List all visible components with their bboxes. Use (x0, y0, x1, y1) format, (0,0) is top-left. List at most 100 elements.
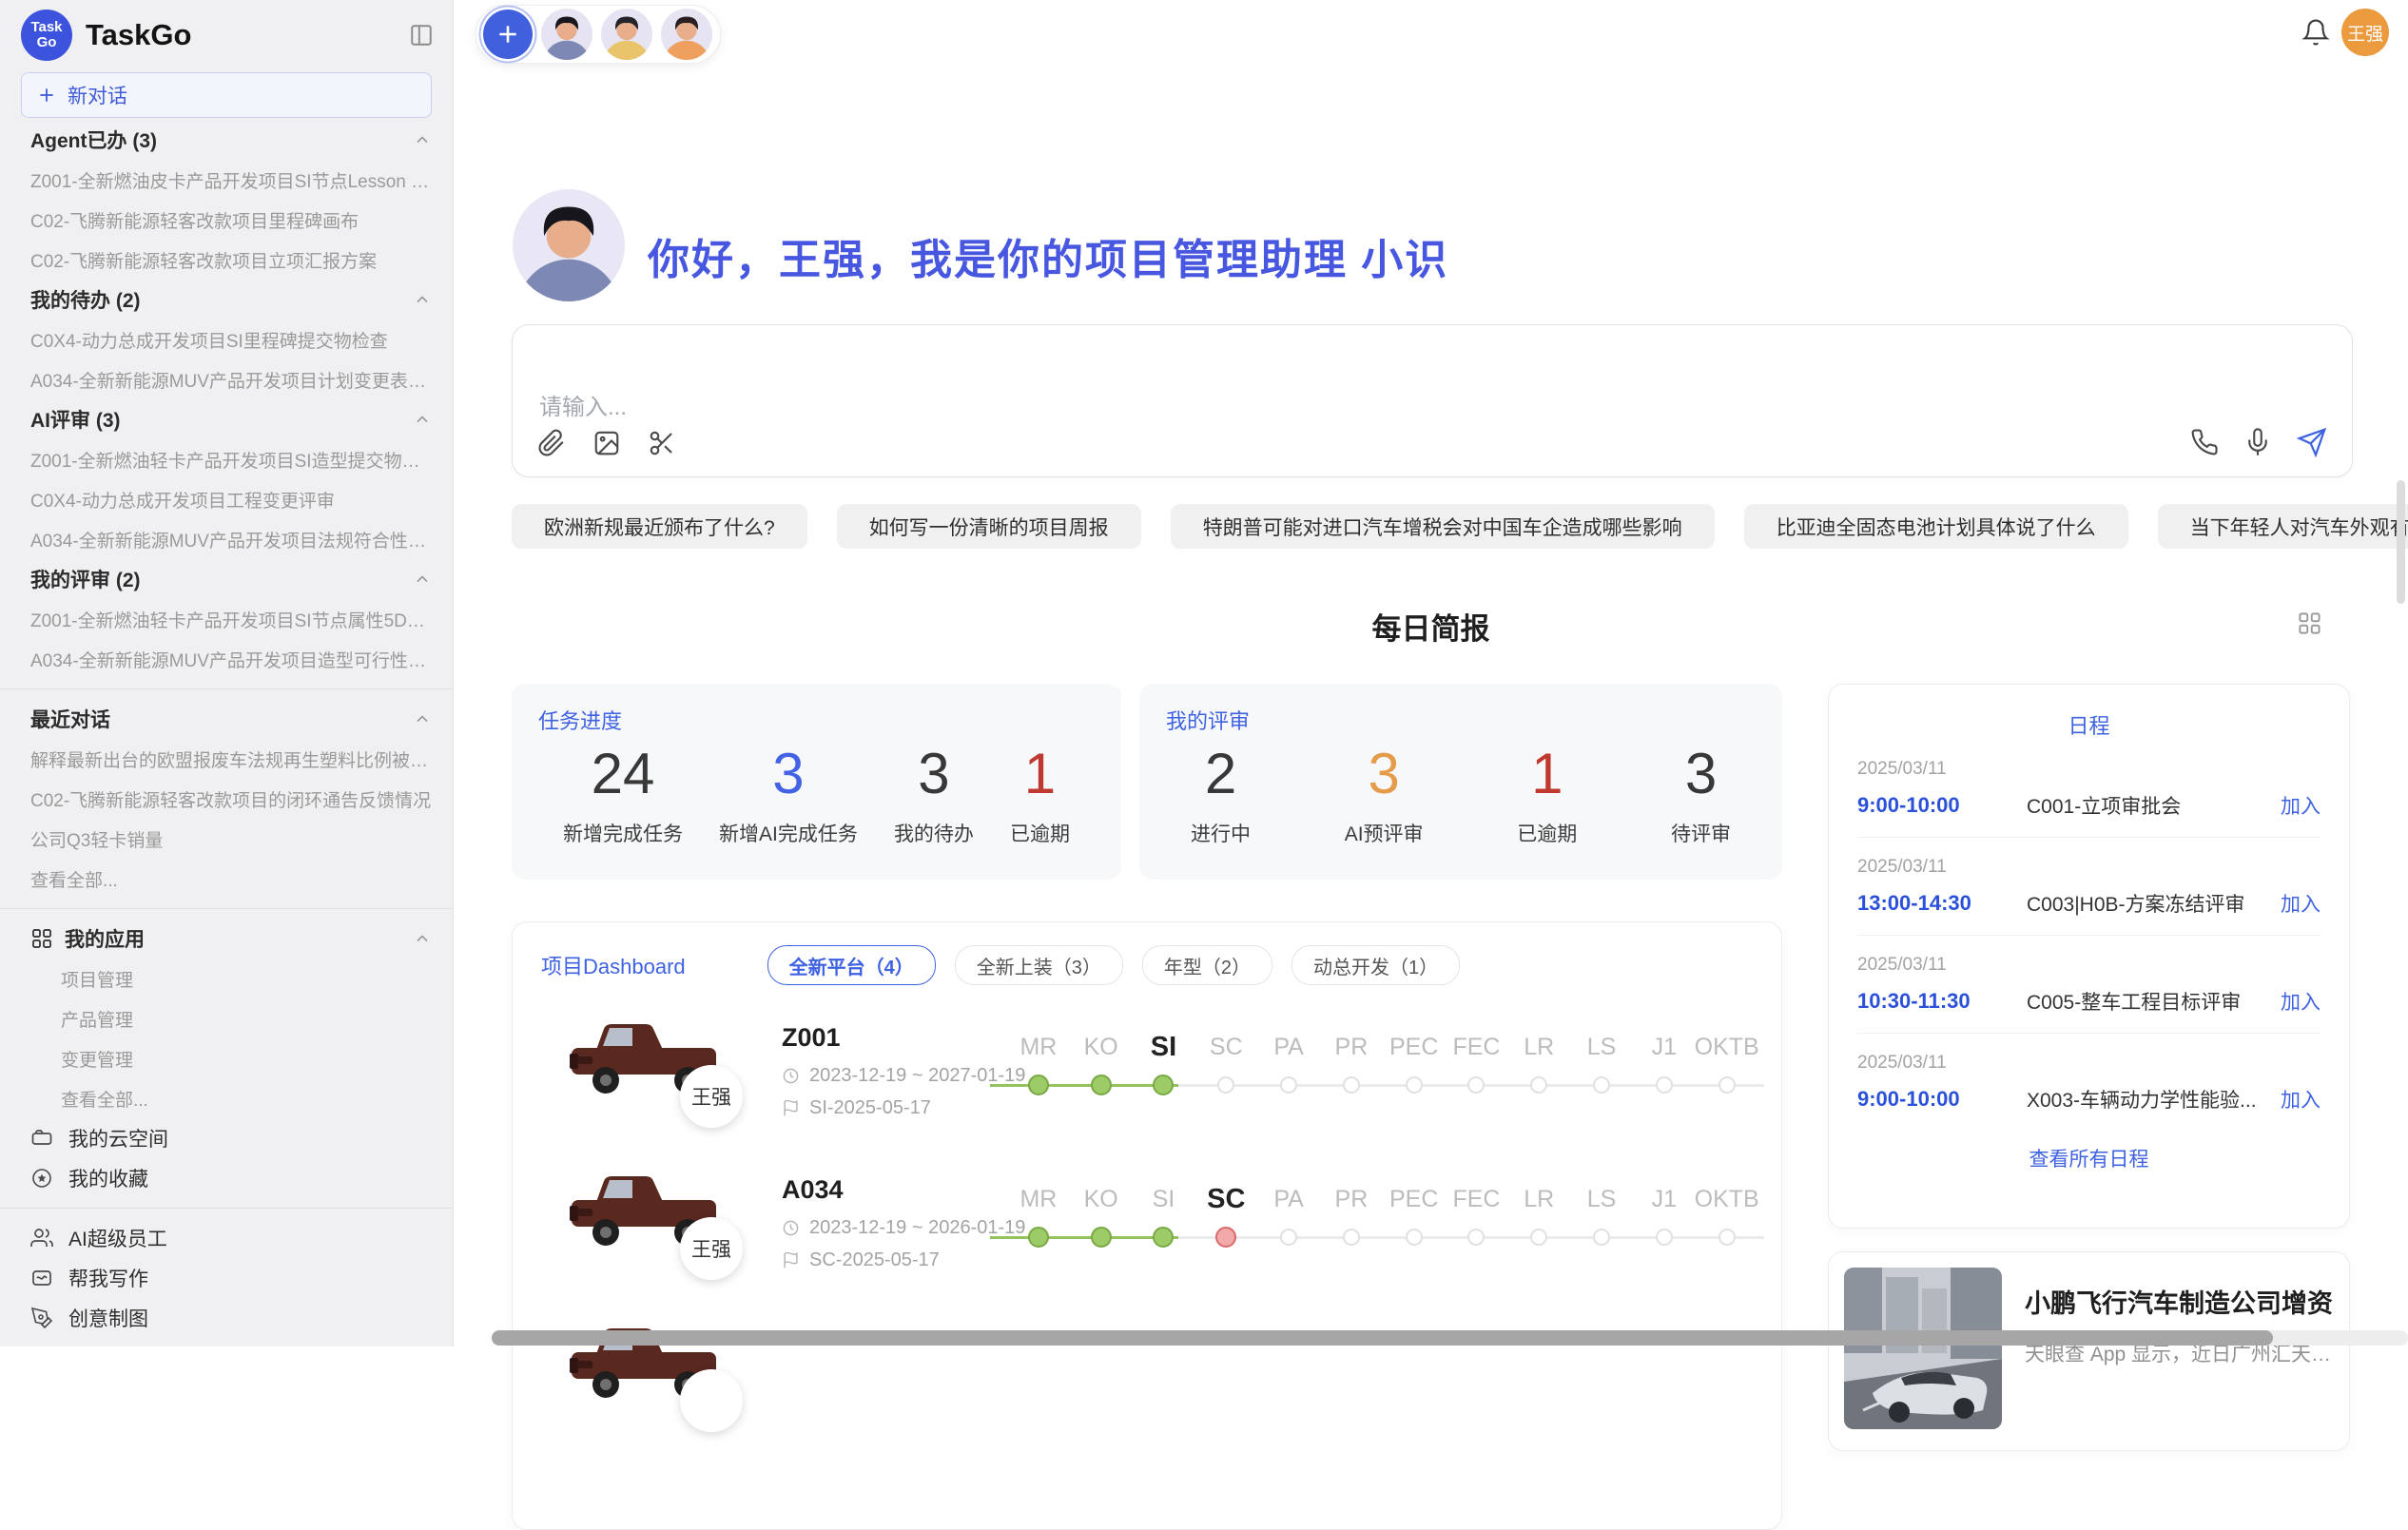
chevron-up-icon[interactable] (413, 929, 432, 948)
send-icon[interactable] (2297, 427, 2327, 457)
new-chat-button[interactable]: 新对话 (21, 72, 432, 118)
recent-chats-title: 最近对话 (30, 705, 401, 733)
chevron-up-icon[interactable] (413, 130, 432, 149)
left-column: 任务进度24新增完成任务3新增AI完成任务3我的待办1已逾期我的评审2进行中3A… (512, 684, 1782, 1530)
event-join-link[interactable]: 加入 (2281, 987, 2321, 1016)
creative-draw-icon (30, 1307, 53, 1329)
dashboard-tab[interactable]: 动总开发（1） (1291, 945, 1460, 985)
sidebar-item[interactable]: A034-全新新能源MUV产品开发项目法规符合性评审 (0, 519, 453, 559)
dashboard-tabs: 全新平台（4） 全新上装（3） 年型（2） 动总开发（1） (767, 945, 1461, 985)
sidebar-item[interactable]: 产品管理 (0, 998, 453, 1038)
flag-icon (782, 1099, 800, 1117)
milestone-dot (1280, 1229, 1297, 1246)
milestone-label: OKTB (1695, 1031, 1759, 1063)
suggestion-chip[interactable]: 比亚迪全固态电池计划具体说了什么 (1744, 504, 2128, 549)
task-section-2-title: AI评审 (3) (30, 405, 401, 434)
event-time: 9:00-10:00 (1857, 793, 2027, 818)
chevron-up-icon[interactable] (413, 410, 432, 429)
event-join-link[interactable]: 加入 (2281, 1085, 2321, 1114)
sidebar-item[interactable]: Z001-全新燃油轻卡产品开发项目SI节点属性5D文件评审 (0, 599, 453, 639)
sidebar-item[interactable]: A034-全新新能源MUV产品开发项目造型可行性评审 (0, 639, 453, 679)
event-join-link[interactable]: 加入 (2281, 791, 2321, 820)
writing-icon (30, 1267, 53, 1289)
milestone-track: MRKOSISCPAPRPECFECLRLSJ1OKTB (1007, 1008, 1758, 1132)
chat-input[interactable]: 请输入... (512, 324, 2353, 477)
vertical-scrollbar-thumb[interactable] (2397, 480, 2405, 604)
stat-label: 进行中 (1191, 819, 1251, 847)
briefing-columns: 任务进度24新增完成任务3新增AI完成任务3我的待办1已逾期我的评审2进行中3A… (512, 684, 1782, 1530)
view-all-schedule-link[interactable]: 查看所有日程 (1857, 1131, 2321, 1186)
sidebar-item[interactable]: 查看全部... (0, 859, 453, 899)
chevron-up-icon[interactable] (413, 709, 432, 728)
milestone-SI: SI (1133, 1031, 1195, 1095)
milestone-J1: J1 (1633, 1183, 1696, 1248)
event-join-link[interactable]: 加入 (2281, 889, 2321, 918)
sidebar-link-cloud-space[interactable]: 我的云空间 (0, 1118, 453, 1158)
sidebar-item-label: C02-飞腾新能源轻客改款项目里程碑画布 (30, 207, 432, 233)
sidebar-tool-ai-staff[interactable]: AI超级员工 (0, 1218, 453, 1258)
chevron-up-icon[interactable] (413, 290, 432, 309)
suggestion-chip[interactable]: 当下年轻人对汽车外观有怎样的喜好趋势 (2158, 504, 2408, 549)
phone-call-icon[interactable] (2190, 428, 2219, 456)
microphone-icon[interactable] (2243, 428, 2272, 456)
assistant-avatar-3[interactable] (661, 9, 712, 60)
chevron-up-icon[interactable] (413, 570, 432, 589)
sidebar-tool-writing[interactable]: 帮我写作 (0, 1258, 453, 1298)
sidebar-item[interactable]: C02-飞腾新能源轻客改款项目立项汇报方案 (0, 240, 453, 280)
sidebar-item[interactable]: 公司Q3轻卡销量 (0, 819, 453, 859)
stat-value: 1 (1517, 739, 1577, 809)
dashboard-tab[interactable]: 全新平台（4） (767, 945, 936, 985)
news-card[interactable]: 小鹏飞行汽车制造公司增资 天眼查 App 显示，近日广州汇天飞行汽... (1828, 1251, 2350, 1451)
suggestion-chip[interactable]: 如何写一份清晰的项目周报 (837, 504, 1141, 549)
schedule-event: 2025/03/11 10:30-11:30C005-整车工程目标评审加入 (1857, 936, 2321, 1034)
dashboard-tab[interactable]: 年型（2） (1142, 945, 1272, 985)
briefing-layout-icon[interactable] (2297, 610, 2322, 636)
clock-icon (782, 1219, 800, 1237)
milestone-OKTB: OKTB (1696, 1183, 1758, 1248)
milestone-SI: SI (1133, 1183, 1195, 1248)
suggestion-chip[interactable]: 欧洲新规最近颁布了什么? (512, 504, 807, 549)
owner-badge: 王强 (680, 1065, 743, 1128)
scissors-icon[interactable] (648, 429, 676, 457)
sidebar-item[interactable]: 变更管理 (0, 1038, 453, 1078)
event-title: C005-整车工程目标评审 (2027, 987, 2281, 1016)
event-time: 10:30-11:30 (1857, 989, 2027, 1014)
sidebar-item[interactable]: 查看全部... (0, 1078, 453, 1118)
milestone-MR: MR (1007, 1031, 1070, 1095)
schedule-title: 日程 (1857, 709, 2321, 740)
assistant-avatar-2[interactable] (601, 9, 652, 60)
sidebar-item[interactable]: Z001-全新燃油轻卡产品开发项目SI造型提交物评审 (0, 439, 453, 479)
sidebar-item[interactable]: C02-飞腾新能源轻客改款项目的闭环通告反馈情况 (0, 779, 453, 819)
sidebar-item[interactable]: 项目管理 (0, 959, 453, 998)
attachment-icon[interactable] (537, 429, 566, 457)
sidebar-tool-creative-draw[interactable]: 创意制图 (0, 1298, 453, 1338)
event-time: 13:00-14:30 (1857, 891, 2027, 916)
stat-item: 3我的待办 (894, 739, 974, 847)
event-title: C003|H0B-方案冻结评审 (2027, 889, 2281, 918)
event-date: 2025/03/11 (1857, 955, 2321, 976)
collapse-sidebar-icon[interactable] (409, 23, 434, 48)
add-assistant-button[interactable] (483, 10, 533, 59)
user-avatar[interactable]: 王强 (2341, 9, 2389, 56)
dashboard-tab[interactable]: 全新上装（3） (955, 945, 1123, 985)
sidebar-item-label: Z001-全新燃油皮卡产品开发项目SI节点Lesson Learn报告 (30, 167, 432, 193)
suggestion-chip[interactable]: 特朗普可能对进口汽车增税会对中国车企造成哪些影响 (1171, 504, 1715, 549)
milestone-label: J1 (1652, 1183, 1677, 1215)
sidebar-item[interactable]: C0X4-动力总成开发项目工程变更评审 (0, 479, 453, 519)
notifications-bell-icon[interactable] (2301, 18, 2330, 47)
sidebar-item[interactable]: C0X4-动力总成开发项目SI里程碑提交物检查 (0, 320, 453, 359)
horizontal-scrollbar-thumb[interactable] (492, 1330, 2273, 1346)
milestone-label: PEC (1389, 1031, 1438, 1063)
sidebar-item[interactable]: A034-全新新能源MUV产品开发项目计划变更表编写 (0, 359, 453, 399)
image-upload-icon[interactable] (592, 429, 621, 457)
sidebar-divider (0, 688, 453, 689)
sidebar-divider (0, 1208, 453, 1209)
milestone-label: LR (1524, 1031, 1554, 1063)
assistant-avatar-1[interactable] (541, 9, 592, 60)
sidebar-item[interactable]: C02-飞腾新能源轻客改款项目里程碑画布 (0, 200, 453, 240)
sidebar-link-favorites[interactable]: 我的收藏 (0, 1158, 453, 1198)
stat-value: 3 (1345, 739, 1424, 809)
app-title: TaskGo (86, 18, 409, 52)
sidebar-item[interactable]: 解释最新出台的欧盟报废车法规再生塑料比例被调至15%... (0, 739, 453, 779)
sidebar-item[interactable]: Z001-全新燃油皮卡产品开发项目SI节点Lesson Learn报告 (0, 160, 453, 200)
